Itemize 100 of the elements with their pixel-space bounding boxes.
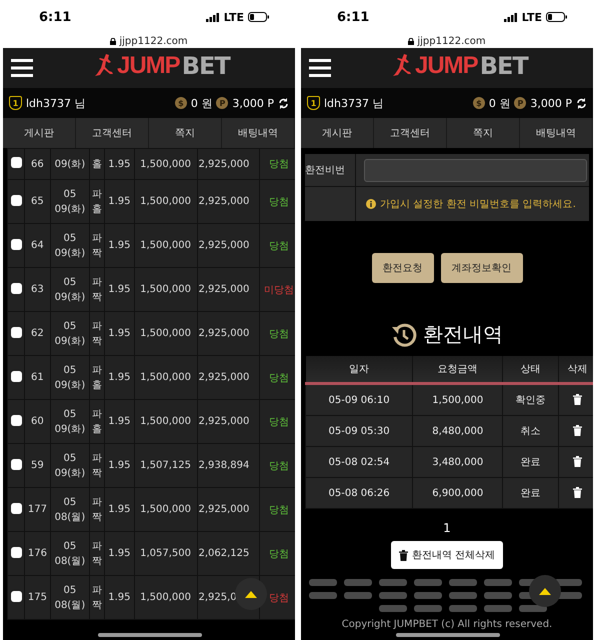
table-cell: 파 홀 xyxy=(89,400,105,444)
table-cell: 8,480,000 xyxy=(412,416,503,446)
table-cell: 완료 xyxy=(502,446,558,478)
table-cell: 62 xyxy=(24,312,50,356)
checkbox[interactable] xyxy=(10,414,22,426)
action-button[interactable]: 환전요청 xyxy=(372,253,434,283)
menu-icon[interactable] xyxy=(11,59,33,77)
table-cell: 홀 xyxy=(89,148,105,180)
table-cell: 미당첨 xyxy=(260,268,295,312)
table-cell: 05 09(화) xyxy=(50,400,90,444)
page-number[interactable]: 1 xyxy=(301,521,593,535)
table-cell: 05 09(화) xyxy=(50,224,90,268)
menu-icon[interactable] xyxy=(309,59,331,77)
action-button[interactable]: 계좌정보확인 xyxy=(440,253,522,283)
cash-coin: $ xyxy=(472,97,485,109)
delete-button[interactable] xyxy=(572,392,582,408)
nav-tab[interactable]: 쪽지 xyxy=(447,118,520,148)
checkbox[interactable] xyxy=(10,370,22,382)
table-cell: 당첨 xyxy=(260,224,295,268)
table-cell: 파 홀 xyxy=(89,180,105,224)
table-cell: 05 09(화) xyxy=(50,444,90,488)
checkbox[interactable] xyxy=(10,238,22,250)
table-cell: 59 xyxy=(24,444,50,488)
trash-icon xyxy=(572,456,582,466)
logo-text: JUMP xyxy=(117,52,180,80)
username: ldh3737 님 xyxy=(26,96,86,110)
checkbox[interactable] xyxy=(10,502,22,514)
refresh-icon[interactable] xyxy=(576,98,587,108)
table-cell: 1,500,000 xyxy=(134,356,197,400)
delete-button[interactable] xyxy=(572,424,582,438)
table-cell: 당첨 xyxy=(260,400,295,444)
delete-all-button[interactable]: 환전내역 전체삭제 xyxy=(390,541,504,569)
scroll-top-button[interactable] xyxy=(529,575,561,607)
table-cell: 2,062,125 xyxy=(197,532,260,576)
table-cell: 3,480,000 xyxy=(412,446,503,478)
table-cell: 완료 xyxy=(502,478,558,508)
column-header: 일자 xyxy=(306,356,413,384)
nav-tab[interactable]: 고객센터 xyxy=(374,118,447,148)
password-field[interactable] xyxy=(364,159,587,182)
table-cell: 05-09 05:30 xyxy=(306,416,413,446)
checkbox[interactable] xyxy=(10,282,22,294)
checkbox[interactable] xyxy=(10,326,22,338)
table-cell: 1,507,125 xyxy=(134,444,197,488)
table-cell: 175 xyxy=(24,576,50,620)
signal-icon xyxy=(206,12,220,22)
table-cell: 1.95 xyxy=(104,268,134,312)
nav-tab[interactable]: 게시판 xyxy=(301,118,374,148)
lock-icon xyxy=(110,38,116,44)
logo-text: JUMP xyxy=(415,52,478,80)
table-cell: 파 짝 xyxy=(89,576,105,620)
url-text[interactable]: jjpp1122.com xyxy=(417,36,486,46)
table-cell: 1.95 xyxy=(104,444,134,488)
refresh-icon[interactable] xyxy=(278,98,289,108)
table-cell: 파 짝 xyxy=(89,312,105,356)
table-cell: 당첨 xyxy=(260,180,295,224)
level-badge: 1 xyxy=(9,96,22,110)
nav-tab[interactable]: 배팅내역 xyxy=(520,118,593,148)
trash-icon xyxy=(572,394,582,404)
table-cell: 05 09(화) xyxy=(50,268,90,312)
table-cell: 2,925,000 xyxy=(197,312,260,356)
cash-balance: 0 원 xyxy=(488,96,510,110)
checkbox[interactable] xyxy=(10,546,22,558)
caret-up-icon xyxy=(245,590,257,598)
table-cell: 1.95 xyxy=(104,180,134,224)
table-cell: 2,925,000 xyxy=(197,224,260,268)
table-cell: 66 xyxy=(24,148,50,180)
table-cell: 2,925,000 xyxy=(197,488,260,532)
table-cell: 61 xyxy=(24,356,50,400)
table-cell: 취소 xyxy=(502,416,558,446)
delete-button[interactable] xyxy=(572,486,582,500)
table-cell: 09(화) xyxy=(50,148,90,180)
table-cell: 1,500,000 xyxy=(134,400,197,444)
table-cell: 1,500,000 xyxy=(134,268,197,312)
table-cell: 176 xyxy=(24,532,50,576)
trash-icon xyxy=(398,550,408,560)
checkbox[interactable] xyxy=(10,458,22,470)
table-cell: 2,925,000 xyxy=(197,268,260,312)
column-header: 요청금액 xyxy=(412,356,503,384)
table-cell: 05-08 06:26 xyxy=(306,478,413,508)
table-cell: 05 09(화) xyxy=(50,356,90,400)
table-cell: 05 08(월) xyxy=(50,532,90,576)
logo-text: BET xyxy=(182,52,230,80)
delete-button[interactable] xyxy=(572,454,582,470)
table-cell: 1,057,500 xyxy=(134,532,197,576)
table-cell: 1,500,000 xyxy=(134,148,197,180)
jumping-player-icon xyxy=(391,53,413,79)
table-cell: 64 xyxy=(24,224,50,268)
table-cell: 1.95 xyxy=(104,356,134,400)
point-balance: 3,000 P xyxy=(232,96,274,110)
checkbox[interactable] xyxy=(10,194,22,206)
table-cell: 파 짝 xyxy=(89,224,105,268)
table-cell: 당첨 xyxy=(260,444,295,488)
username: ldh3737 님 xyxy=(324,96,384,110)
checkbox[interactable] xyxy=(10,590,22,602)
checkbox[interactable] xyxy=(10,157,22,168)
lock-icon xyxy=(408,38,414,44)
table-cell: 05-09 06:10 xyxy=(306,384,413,416)
table-cell: 6,900,000 xyxy=(412,478,503,508)
url-text[interactable]: jjpp1122.com xyxy=(119,36,188,46)
cash-coin: $ xyxy=(174,97,187,109)
